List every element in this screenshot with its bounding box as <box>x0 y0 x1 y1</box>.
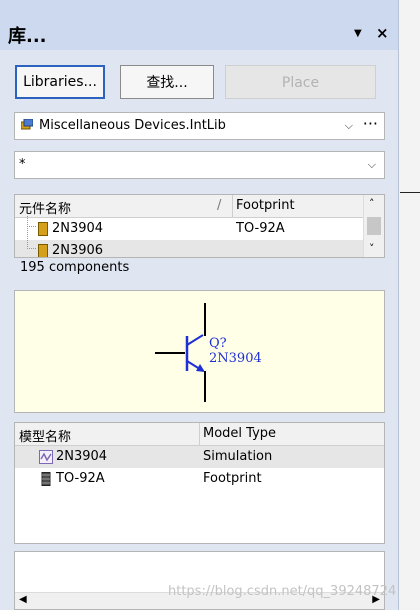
components-vertical-scrollbar[interactable]: ˄ ˅ <box>363 195 384 257</box>
library-menu-icon[interactable]: ··· <box>363 114 378 133</box>
scroll-down-icon[interactable]: ˅ <box>369 242 375 255</box>
models-table-header: 模型名称 Model Type <box>15 423 384 446</box>
library-select-value: Miscellaneous Devices.IntLib <box>39 118 226 133</box>
table-row[interactable]: 2N3904 TO-92A <box>15 216 366 240</box>
panel-title-bar: 库... ▼ × <box>0 0 398 50</box>
component-filter-value: * <box>19 157 26 172</box>
designator-label: Q? <box>209 336 227 351</box>
table-row[interactable]: 2N3906 <box>15 226 366 258</box>
transistor-symbol-icon: Q? 2N3904 <box>155 303 262 402</box>
model-type: Simulation <box>203 449 273 464</box>
model-name: TO-92A <box>56 471 105 486</box>
background-line <box>400 192 420 193</box>
panel-title: 库... <box>8 26 47 47</box>
place-button[interactable]: Place <box>225 65 376 99</box>
symbol-preview: Q? 2N3904 <box>14 290 385 413</box>
component-filter-input[interactable]: * ⌵ <box>14 151 385 179</box>
panel-menu-dropdown-icon[interactable]: ▼ <box>354 28 362 39</box>
tree-connector <box>27 226 36 249</box>
column-separator[interactable] <box>199 423 200 445</box>
component-name: 2N3906 <box>52 243 104 258</box>
background-window-edge <box>398 0 420 610</box>
model-name: 2N3904 <box>56 449 108 464</box>
search-button[interactable]: 查找... <box>120 65 214 99</box>
sort-indicator-icon: / <box>217 198 222 213</box>
comment-label: 2N3904 <box>209 351 262 366</box>
details-pane: ◀ ▶ <box>14 551 385 610</box>
model-type: Footprint <box>203 471 262 486</box>
column-header-model-name[interactable]: 模型名称 <box>19 426 71 445</box>
library-select[interactable]: Miscellaneous Devices.IntLib ⌵ ··· <box>14 112 385 140</box>
scroll-left-icon[interactable]: ◀ <box>19 594 27 605</box>
component-name: 2N3904 <box>52 221 104 236</box>
table-row[interactable]: TO-92A Footprint <box>15 468 384 490</box>
watermark: https://blog.csdn.net/qq_39248724 <box>168 584 397 599</box>
libraries-button[interactable]: Libraries... <box>15 65 105 99</box>
chevron-down-icon[interactable]: ⌵ <box>345 119 353 133</box>
column-header-model-type[interactable]: Model Type <box>203 426 276 441</box>
footprint-model-icon <box>41 472 51 486</box>
components-table-header: 元件名称 / Footprint <box>15 195 366 218</box>
component-chip-icon <box>38 244 48 257</box>
column-header-component-name[interactable]: 元件名称 <box>19 198 71 217</box>
libraries-panel: 库... ▼ × Libraries... 查找... Place Miscel… <box>0 0 399 610</box>
chevron-down-icon[interactable]: ⌵ <box>368 158 376 172</box>
models-table: 模型名称 Model Type 2N3904 Simulation TO-92A… <box>14 422 385 544</box>
component-count: 195 components <box>20 260 130 275</box>
component-footprint: TO-92A <box>236 221 285 236</box>
components-table: 元件名称 / Footprint 2N3904 TO-92A 2N3906 ˄ … <box>14 194 385 258</box>
panel-close-icon[interactable]: × <box>376 24 389 42</box>
scroll-up-icon[interactable]: ˄ <box>369 197 375 210</box>
component-chip-icon <box>38 222 48 236</box>
column-header-footprint[interactable]: Footprint <box>236 198 295 213</box>
column-separator[interactable] <box>232 195 233 217</box>
table-row[interactable]: 2N3904 Simulation <box>15 446 384 468</box>
library-icon <box>21 119 33 130</box>
simulation-model-icon <box>39 450 53 464</box>
scrollbar-thumb[interactable] <box>367 217 381 235</box>
